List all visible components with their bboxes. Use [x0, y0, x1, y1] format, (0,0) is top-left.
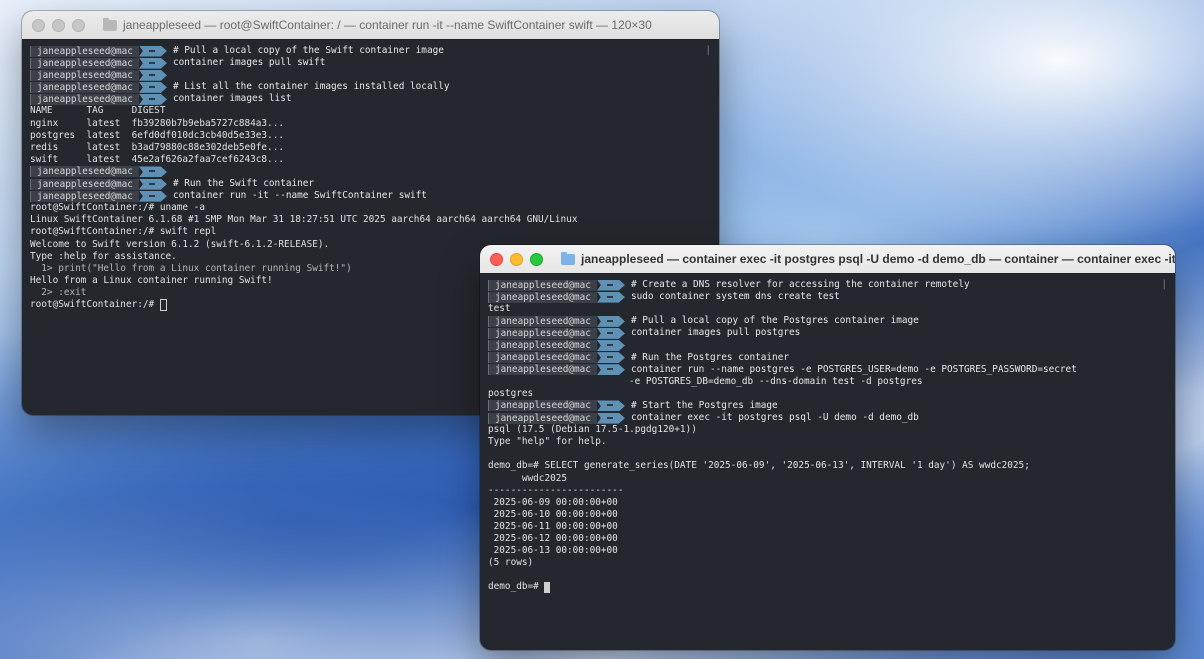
prompt-arrow-icon	[596, 352, 625, 364]
prompt-line: janeappleseed@mac container run -it --nam…	[30, 190, 719, 202]
prompt-arrow-icon	[138, 69, 167, 81]
close-button[interactable]	[32, 18, 45, 32]
prompt-arrow-icon	[596, 400, 625, 412]
row-count: (5 rows)	[488, 557, 534, 569]
output-line: Type "help" for help.	[488, 436, 607, 448]
psql-prompt-line: demo_db=#	[488, 581, 1175, 593]
continuation-line: -e POSTGRES_DB=demo_db --dns-domain test…	[629, 375, 923, 387]
prompt-user: janeappleseed@mac	[30, 45, 139, 57]
output-line: Linux SwiftContainer 6.1.68 #1 SMP Mon M…	[30, 214, 578, 226]
result-row: 2025-06-12 00:00:00+00	[488, 532, 618, 544]
prompt-line: janeappleseed@mac container exec -it post…	[488, 412, 1175, 424]
prompt-user: janeappleseed@mac	[488, 340, 597, 352]
output-line: root@SwiftContainer:/# uname -a	[30, 202, 205, 214]
prompt-arrow-icon	[596, 279, 625, 291]
prompt-arrow-icon	[596, 412, 625, 424]
folder-icon	[103, 18, 117, 31]
prompt-arrow-icon	[138, 93, 167, 105]
window-title: janeappleseed — container exec -it postg…	[561, 252, 1175, 266]
output-line: psql (17.5 (Debian 17.5-1.pgdg120+1))	[488, 424, 697, 436]
close-button[interactable]	[490, 252, 503, 266]
output-line: nginx latest fb39280b7b9eba5727c884a3...	[30, 117, 284, 129]
folder-icon	[561, 252, 575, 265]
prompt-arrow-icon	[138, 57, 167, 69]
prompt-arrow-icon	[138, 166, 167, 178]
title-bar[interactable]: janeappleseed — container exec -it postg…	[480, 245, 1175, 274]
prompt-user: janeappleseed@mac	[30, 93, 139, 105]
prompt-user: janeappleseed@mac	[488, 291, 597, 303]
prompt-line: janeappleseed@mac # Pull a local copy of …	[30, 45, 719, 57]
output-line: NAME TAG DIGEST	[30, 105, 166, 117]
result-row: 2025-06-10 00:00:00+00	[488, 508, 618, 520]
output-line: root@SwiftContainer:/# swift repl	[30, 226, 217, 238]
minimize-button[interactable]	[510, 252, 523, 266]
terminal-window-postgres[interactable]: janeappleseed — container exec -it postg…	[480, 245, 1175, 650]
prompt-line: janeappleseed@mac # Pull a local copy of …	[488, 315, 1175, 327]
prompt-arrow-icon	[138, 190, 167, 202]
prompt-user: janeappleseed@mac	[30, 57, 139, 69]
prompt-line: janeappleseed@mac sudo container system d…	[488, 291, 1175, 303]
output-line: postgres	[488, 387, 534, 399]
prompt-line: janeappleseed@mac container images list	[30, 93, 719, 105]
zoom-button[interactable]	[530, 252, 543, 266]
window-controls	[490, 252, 543, 266]
result-row: 2025-06-09 00:00:00+00	[488, 496, 618, 508]
result-row: 2025-06-13 00:00:00+00	[488, 545, 618, 557]
result-row: 2025-06-11 00:00:00+00	[488, 520, 618, 532]
cursor	[159, 299, 167, 312]
prompt-user: janeappleseed@mac	[488, 364, 597, 376]
result-header: wwdc2025	[488, 472, 568, 484]
terminal-output[interactable]: janeappleseed@mac # Create a DNS resolver…	[480, 274, 1175, 593]
prompt-user: janeappleseed@mac	[30, 81, 139, 93]
prompt-line: janeappleseed@mac # Run the Postgres cont…	[488, 352, 1175, 364]
prompt-arrow-icon	[138, 178, 167, 190]
zoom-button[interactable]	[72, 18, 85, 32]
prompt-user: janeappleseed@mac	[30, 178, 139, 190]
prompt-user: janeappleseed@mac	[30, 166, 139, 178]
output-line: postgres latest 6efd0df010dc3cb40d5e33e3…	[30, 129, 284, 141]
prompt-arrow-icon	[596, 364, 625, 376]
cursor	[544, 581, 551, 593]
prompt-user: janeappleseed@mac	[30, 69, 139, 81]
prompt-arrow-icon	[596, 340, 625, 352]
result-separator: ------------------------	[488, 484, 624, 496]
prompt-line: janeappleseed@mac container images pull s…	[30, 57, 719, 69]
minimize-button[interactable]	[52, 18, 65, 32]
prompt-user: janeappleseed@mac	[488, 352, 597, 364]
prompt-user: janeappleseed@mac	[488, 327, 597, 339]
prompt-line: janeappleseed@mac # Start the Postgres im…	[488, 400, 1175, 412]
window-title: janeappleseed — root@SwiftContainer: / —…	[103, 18, 652, 32]
prompt-arrow-icon	[596, 315, 625, 327]
prompt-user: janeappleseed@mac	[488, 315, 597, 327]
prompt-line: janeappleseed@mac # List all the containe…	[30, 81, 719, 93]
prompt-line: janeappleseed@mac container run --name po…	[488, 364, 1175, 376]
output-line: redis latest b3ad79880c88e302deb5e0fe...	[30, 141, 284, 153]
prompt-arrow-icon	[138, 45, 167, 57]
prompt-arrow-icon	[138, 81, 167, 93]
sql-query-line: demo_db=# SELECT generate_series(DATE '2…	[488, 460, 1030, 472]
prompt-user: janeappleseed@mac	[30, 190, 139, 202]
prompt-line: janeappleseed@mac	[488, 339, 1175, 352]
prompt-user: janeappleseed@mac	[488, 400, 597, 412]
output-line: test	[488, 303, 511, 315]
prompt-arrow-icon	[596, 291, 625, 303]
prompt-line: janeappleseed@mac # Create a DNS resolver…	[488, 279, 1175, 291]
prompt-line: janeappleseed@mac	[30, 166, 719, 178]
prompt-user: janeappleseed@mac	[488, 412, 597, 424]
prompt-arrow-icon	[596, 327, 625, 339]
prompt-line: janeappleseed@mac # Run the Swift contain…	[30, 178, 719, 190]
prompt-user: janeappleseed@mac	[488, 279, 597, 291]
prompt-line: janeappleseed@mac	[30, 69, 719, 81]
window-controls	[32, 18, 85, 32]
title-bar[interactable]: janeappleseed — root@SwiftContainer: / —…	[22, 11, 719, 40]
output-line: swift latest 45e2af626a2faa7cef6243c8...	[30, 153, 284, 165]
prompt-line: janeappleseed@mac container images pull p…	[488, 327, 1175, 339]
